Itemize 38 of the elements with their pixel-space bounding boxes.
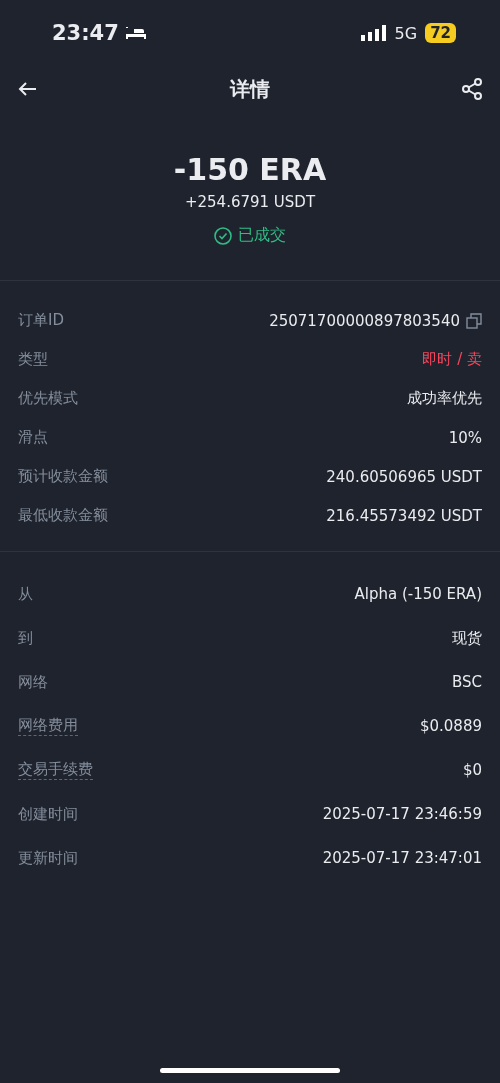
page-title: 详情 — [230, 75, 270, 103]
battery-level: 72 — [425, 23, 456, 43]
detail-label[interactable]: 交易手续费 — [18, 760, 93, 780]
detail-label: 网络 — [18, 672, 48, 692]
detail-label: 从 — [18, 584, 33, 604]
network-label: 5G — [394, 23, 418, 43]
detail-value: 现货 — [452, 628, 482, 648]
detail-value: BSC — [451, 673, 482, 691]
detail-value: Alpha (-150 ERA) — [354, 585, 482, 603]
trade-amount: -150 ERA — [173, 152, 327, 187]
detail-value: 10% — [448, 428, 482, 447]
detail-value: 即时 / 卖 — [422, 350, 482, 369]
signal-icon — [360, 25, 387, 41]
detail-label: 最低收款金额 — [18, 506, 108, 525]
detail-value: 240.60506965 USDT — [326, 467, 482, 486]
bed-icon — [124, 26, 147, 40]
detail-value: 成功率优先 — [407, 389, 482, 408]
detail-label[interactable]: 网络费用 — [18, 716, 78, 736]
detail-value: 216.45573492 USDT — [326, 506, 482, 525]
detail-label: 滑点 — [18, 428, 48, 447]
detail-label: 预计收款金额 — [18, 467, 108, 486]
detail-value: $0 — [462, 761, 482, 779]
detail-value: 2025-07-17 23:47:01 — [322, 849, 482, 867]
detail-value: 25071700000897803540 — [269, 311, 460, 330]
detail-label: 类型 — [18, 350, 48, 369]
share-icon[interactable] — [460, 77, 484, 101]
check-circle-icon — [214, 226, 232, 245]
detail-label: 订单ID — [18, 311, 64, 330]
detail-value: $0.0889 — [419, 717, 482, 735]
detail-label: 优先模式 — [18, 389, 78, 408]
detail-label: 到 — [18, 628, 33, 648]
order-status: 已成交 — [238, 225, 286, 246]
status-time: 23:47 — [52, 21, 119, 45]
detail-label: 更新时间 — [18, 848, 78, 868]
detail-label: 创建时间 — [18, 804, 78, 824]
received-amount: +254.6791 USDT — [184, 193, 316, 211]
detail-value: 2025-07-17 23:46:59 — [322, 805, 482, 823]
copy-icon[interactable] — [466, 312, 482, 329]
